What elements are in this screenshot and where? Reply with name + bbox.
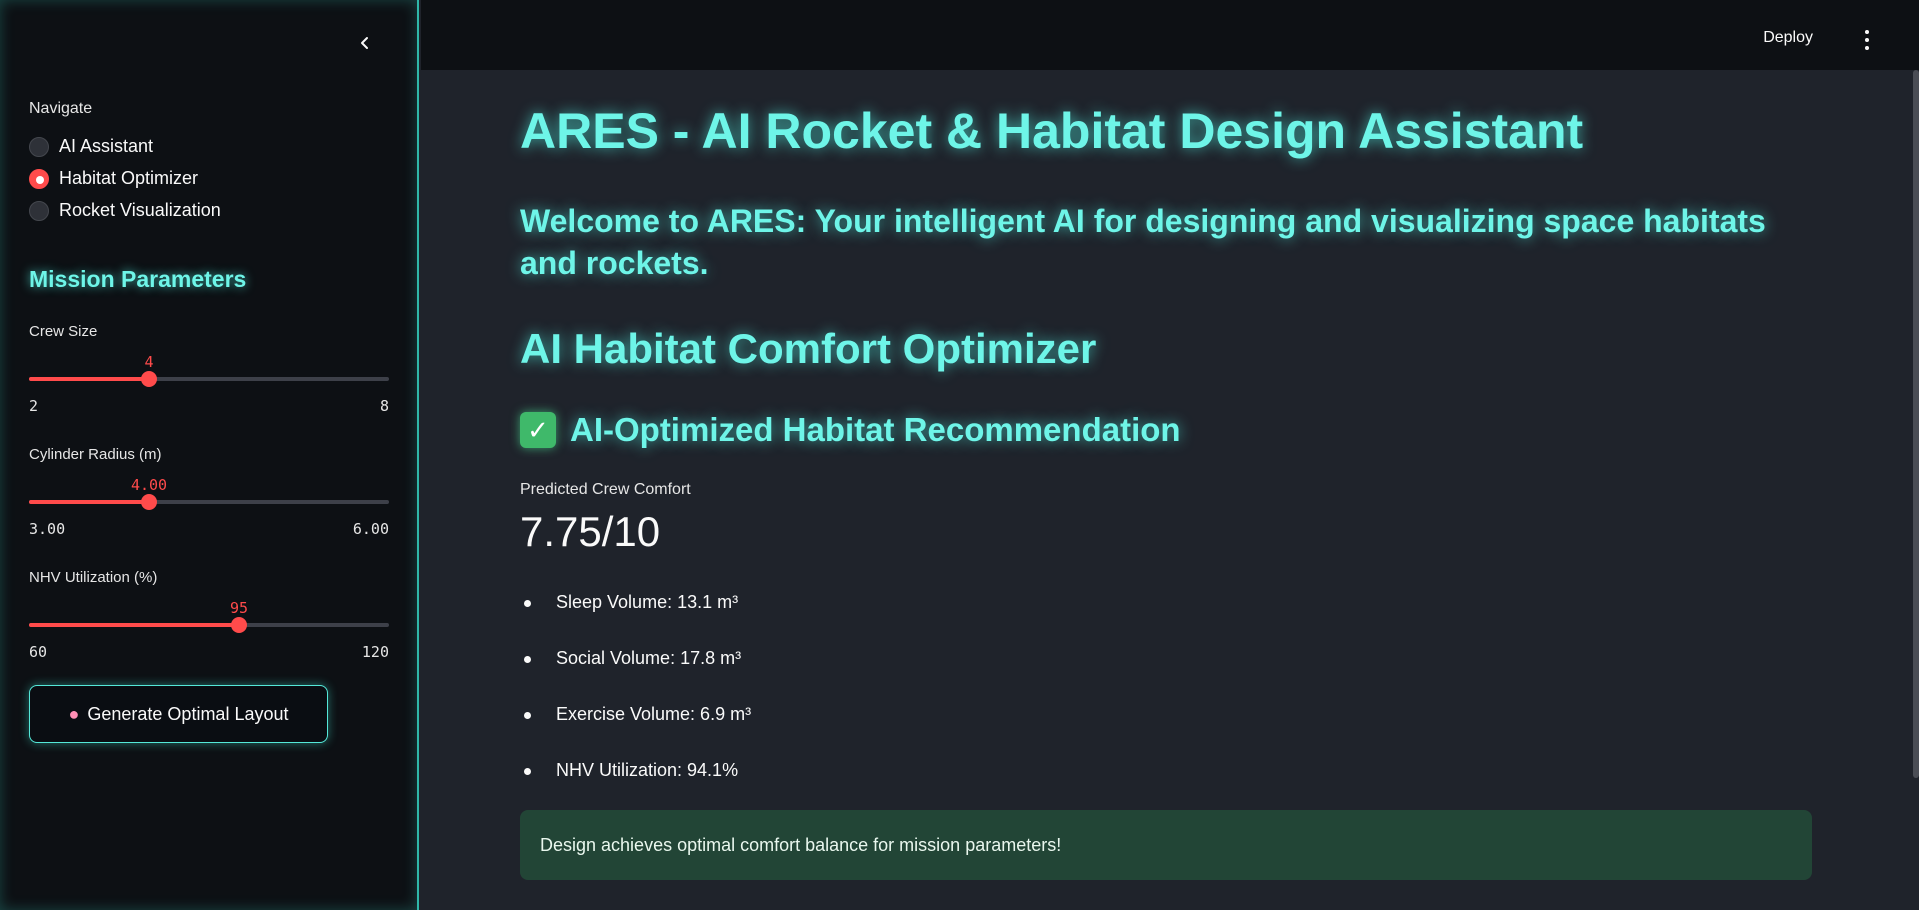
nav-option-ai-assistant[interactable]: AI Assistant <box>29 136 153 157</box>
slider-fill <box>29 500 149 504</box>
top-header: Deploy <box>421 0 1919 70</box>
slider-value: 95 <box>229 599 249 617</box>
nhv-utilization-slider[interactable]: 95 60 120 <box>29 599 389 661</box>
generate-button-label: Generate Optimal Layout <box>87 703 289 724</box>
nav-option-rocket-visualization[interactable]: Rocket Visualization <box>29 200 221 221</box>
crew-size-slider[interactable]: 4 2 8 <box>29 353 389 415</box>
welcome-text: Welcome to ARES: Your intelligent AI for… <box>520 203 1766 281</box>
cylinder-radius-slider[interactable]: 4.00 3.00 6.00 <box>29 476 389 538</box>
slider-thumb[interactable] <box>141 494 157 510</box>
main-scrollbar[interactable] <box>1913 70 1919 778</box>
radio-button[interactable] <box>29 200 49 221</box>
metric-value: 7.75/10 <box>520 508 661 555</box>
deploy-button[interactable]: Deploy <box>1763 29 1813 47</box>
cylinder-radius-label: Cylinder Radius (m) <box>29 446 162 463</box>
slider-thumb[interactable] <box>141 371 157 387</box>
chevron-left-icon <box>361 37 368 49</box>
sidebar: Navigate AI Assistant Habitat Optimizer … <box>0 0 419 910</box>
radio-button-selected[interactable] <box>29 168 49 189</box>
slider-max: 8 <box>379 397 389 415</box>
crew-size-label: Crew Size <box>29 323 98 340</box>
slider-max: 6.00 <box>352 520 389 538</box>
radio-button[interactable] <box>29 136 49 157</box>
nhv-utilization-label: NHV Utilization (%) <box>29 569 158 586</box>
list-item: Sleep Volume: 13.1 m³ <box>520 592 751 648</box>
recommendation-heading: ✓ AI-Optimized Habitat Recommendation <box>520 411 1181 449</box>
slider-value: 4 <box>144 353 154 371</box>
habitat-volume-list: Sleep Volume: 13.1 m³ Social Volume: 17.… <box>520 592 751 816</box>
slider-min: 60 <box>29 643 48 661</box>
slider-min: 3.00 <box>29 520 66 538</box>
slider-fill <box>29 623 239 627</box>
list-item: Social Volume: 17.8 m³ <box>520 648 751 704</box>
check-mark-icon: ✓ <box>520 412 556 448</box>
mission-parameters-heading: Mission Parameters <box>29 266 247 292</box>
list-item: NHV Utilization: 94.1% <box>520 760 751 816</box>
slider-min: 2 <box>29 397 39 415</box>
slider-thumb[interactable] <box>231 617 247 633</box>
page-title: ARES - AI Rocket & Habitat Design Assist… <box>520 103 1584 159</box>
success-alert: Design achieves optimal comfort balance … <box>520 810 1812 880</box>
nav-option-label: Rocket Visualization <box>59 200 221 220</box>
navigate-label: Navigate <box>29 100 93 117</box>
nav-option-label: Habitat Optimizer <box>59 168 199 188</box>
generate-optimal-layout-button[interactable]: ● Generate Optimal Layout <box>29 685 328 743</box>
slider-fill <box>29 377 149 381</box>
metric-label: Predicted Crew Comfort <box>520 481 691 498</box>
nav-option-habitat-optimizer[interactable]: Habitat Optimizer <box>29 168 198 189</box>
nav-option-label: AI Assistant <box>59 136 154 156</box>
slider-max: 120 <box>361 643 389 661</box>
recommendation-title: AI-Optimized Habitat Recommendation <box>570 411 1181 448</box>
success-message: Design achieves optimal comfort balance … <box>540 834 1062 855</box>
list-item: Exercise Volume: 6.9 m³ <box>520 704 751 760</box>
brain-icon: ● <box>68 703 80 724</box>
kebab-menu-icon[interactable] <box>1861 30 1873 50</box>
slider-value: 4.00 <box>130 476 168 494</box>
section-title: AI Habitat Comfort Optimizer <box>520 325 1097 372</box>
collapse-sidebar-button[interactable] <box>352 30 378 56</box>
